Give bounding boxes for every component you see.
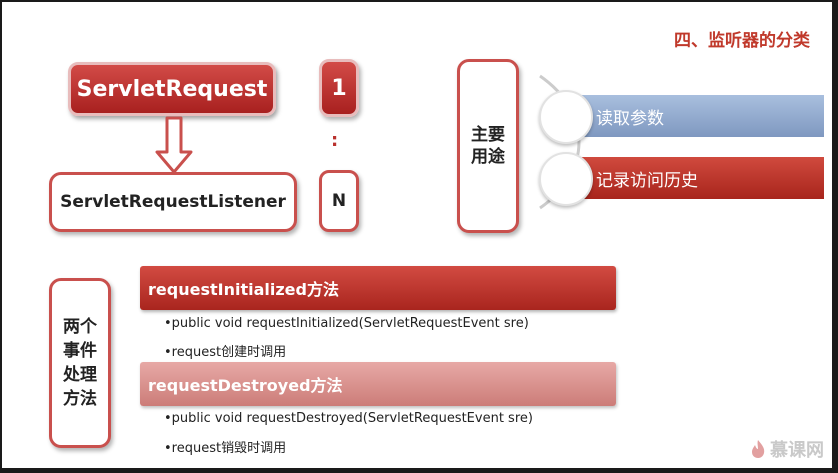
events-label-line4: 方法 (63, 389, 97, 409)
two-event-methods-label: 两个 事件 处理 方法 (49, 278, 111, 448)
destroy-signature: •public void requestDestroyed(ServletReq… (164, 411, 533, 426)
events-label-line2: 事件 (63, 341, 97, 361)
count-n-box: N (319, 170, 359, 232)
usage-item-label: 记录访问历史 (596, 170, 698, 191)
events-label-line1: 两个 (63, 317, 97, 337)
slide: 四、监听器的分类 ServletRequest ServletRequestLi… (2, 2, 832, 468)
flame-icon (752, 440, 765, 458)
usage-item-label: 读取参数 (596, 108, 664, 129)
request-destroyed-header: requestDestroyed方法 (140, 362, 616, 406)
slide-title: 四、监听器的分类 (674, 31, 810, 51)
destroy-description: •request销毁时调用 (164, 441, 287, 456)
init-description: •request创建时调用 (164, 345, 287, 360)
logo-text: 慕课网 (770, 440, 824, 461)
bullet-circle-icon (539, 90, 593, 144)
request-initialized-header: requestInitialized方法 (140, 266, 616, 310)
usage-item-record-history: 记录访问历史 (562, 157, 824, 199)
imooc-logo: 慕课网 (750, 436, 824, 462)
ratio-colon: : (331, 130, 339, 151)
events-label-line3: 处理 (63, 365, 97, 385)
servlet-request-listener-box: ServletRequestListener (49, 172, 297, 232)
bullet-circle-icon (539, 152, 593, 206)
servlet-request-box: ServletRequest (68, 62, 276, 116)
down-arrow-icon (155, 116, 193, 174)
count-one-box: 1 (319, 59, 359, 117)
usage-item-read-params: 读取参数 (562, 95, 824, 137)
init-signature: •public void requestInitialized(ServletR… (164, 316, 529, 331)
